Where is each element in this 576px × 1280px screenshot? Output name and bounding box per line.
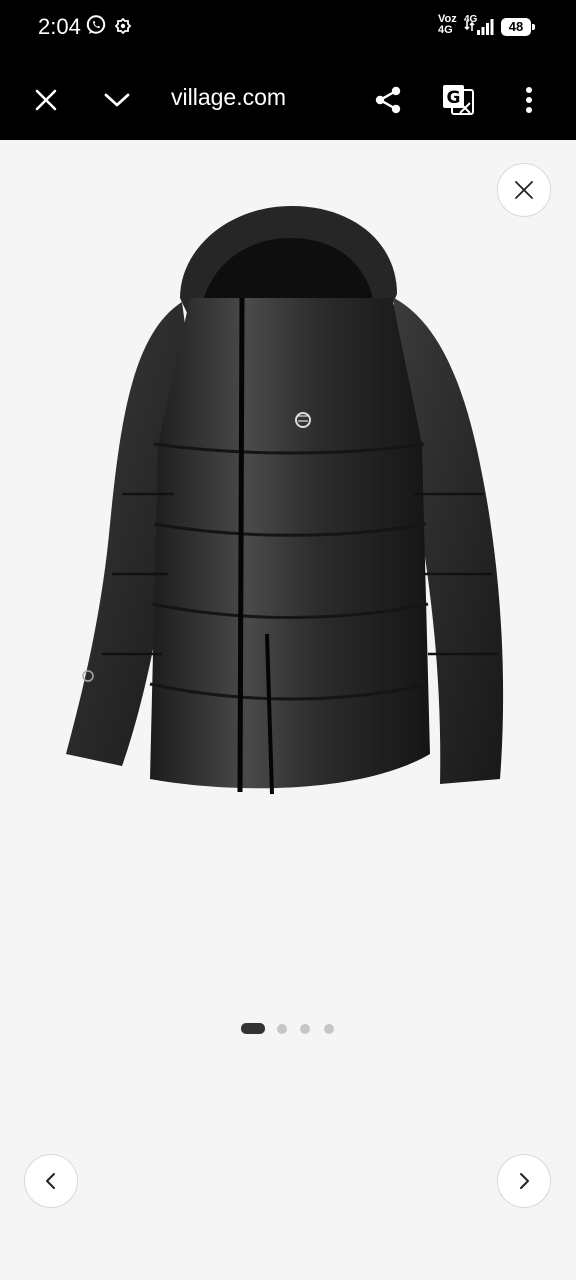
- battery-indicator: 48: [501, 18, 535, 36]
- minimize-button[interactable]: [97, 80, 137, 120]
- more-options-button[interactable]: [509, 80, 549, 120]
- pagination-dot-3[interactable]: [300, 1024, 310, 1034]
- translate-button[interactable]: G: [438, 80, 478, 120]
- status-time: 2:04: [38, 14, 81, 39]
- chevron-down-icon: [104, 93, 130, 107]
- svg-text:G: G: [447, 88, 461, 108]
- next-image-button[interactable]: [497, 1154, 551, 1208]
- url-text[interactable]: village.com: [171, 84, 286, 111]
- image-pagination: [0, 1022, 576, 1036]
- product-image[interactable]: [62, 194, 514, 810]
- previous-image-button[interactable]: [24, 1154, 78, 1208]
- image-viewer: [0, 140, 576, 1280]
- status-bar: 2:04 Voz 4G 4G 48: [0, 0, 576, 56]
- whatsapp-icon: [85, 14, 107, 41]
- share-icon: [375, 86, 401, 114]
- translate-icon: G: [443, 85, 474, 115]
- pagination-dot-2[interactable]: [277, 1024, 287, 1034]
- pagination-dot-4[interactable]: [324, 1024, 334, 1034]
- chevron-left-icon: [46, 1173, 55, 1189]
- close-tab-button[interactable]: [26, 80, 66, 120]
- network-label: Voz 4G 4G: [438, 14, 477, 36]
- more-vertical-icon: [526, 87, 532, 113]
- pagination-dot-1[interactable]: [241, 1023, 265, 1034]
- browser-toolbar: village.com G: [0, 56, 576, 140]
- close-icon: [35, 89, 57, 111]
- signal-icon: [464, 17, 494, 42]
- notification-icon: [114, 17, 132, 40]
- network-type-bottom: 4G: [438, 24, 453, 36]
- close-icon: [515, 181, 533, 199]
- share-button[interactable]: [368, 80, 408, 120]
- chevron-right-icon: [520, 1173, 529, 1189]
